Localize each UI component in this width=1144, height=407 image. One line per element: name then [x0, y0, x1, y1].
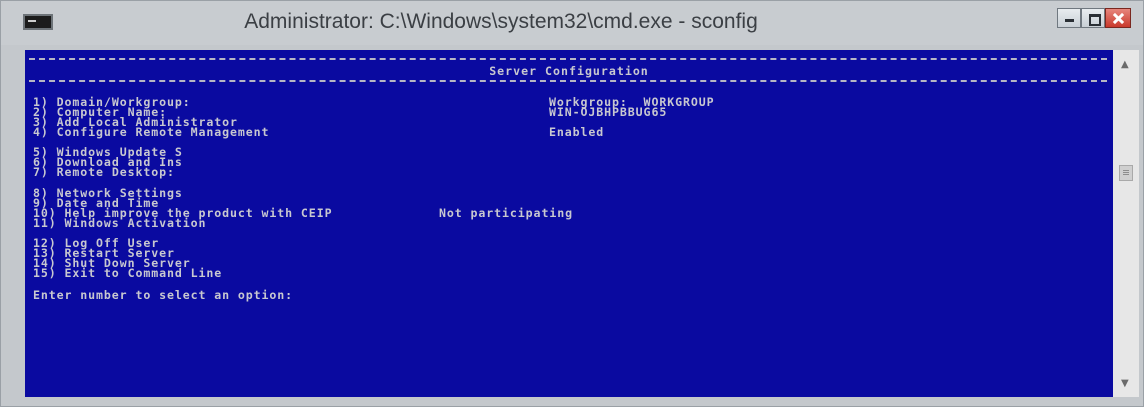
menu-item-remote-desktop: 7) Remote Desktop: — [33, 165, 175, 179]
divider-top — [29, 58, 1107, 60]
scroll-down-icon[interactable]: ▼ — [1121, 379, 1131, 389]
maximize-icon[interactable] — [1081, 8, 1105, 28]
command-prompt[interactable]: Enter number to select an option: — [33, 289, 293, 302]
menu-header-title: Server Configuration — [489, 64, 649, 78]
window-controls — [1057, 8, 1131, 30]
value-ceip: Not participating — [439, 206, 573, 220]
scroll-thumb[interactable] — [1119, 165, 1133, 181]
title-bar[interactable]: Administrator: C:\Windows\system32\cmd.e… — [1, 1, 1143, 45]
console-window: Administrator: C:\Windows\system32\cmd.e… — [0, 0, 1144, 407]
value-computer-name: WIN-OJBHPBBUG65 — [549, 105, 668, 119]
menu-item-windows-activation: 11) Windows Activation — [33, 216, 207, 230]
scroll-up-icon[interactable]: ▲ — [1121, 60, 1131, 70]
value-remote-management: Enabled — [549, 125, 605, 139]
menu-item-exit-command-line: 15) Exit to Command Line — [33, 266, 223, 280]
menu-item-remote-management: 4) Configure Remote Management — [33, 125, 270, 139]
window-title: Administrator: C:\Windows\system32\cmd.e… — [244, 10, 758, 33]
minimize-icon[interactable] — [1057, 8, 1081, 28]
console-output[interactable]: Server Configuration 1) Domain/Workgroup… — [25, 50, 1113, 397]
close-icon[interactable] — [1105, 8, 1131, 28]
vertical-scrollbar[interactable]: ▲ ▼ — [1113, 50, 1139, 397]
divider-bottom — [29, 80, 1107, 82]
console-icon[interactable] — [23, 14, 53, 30]
